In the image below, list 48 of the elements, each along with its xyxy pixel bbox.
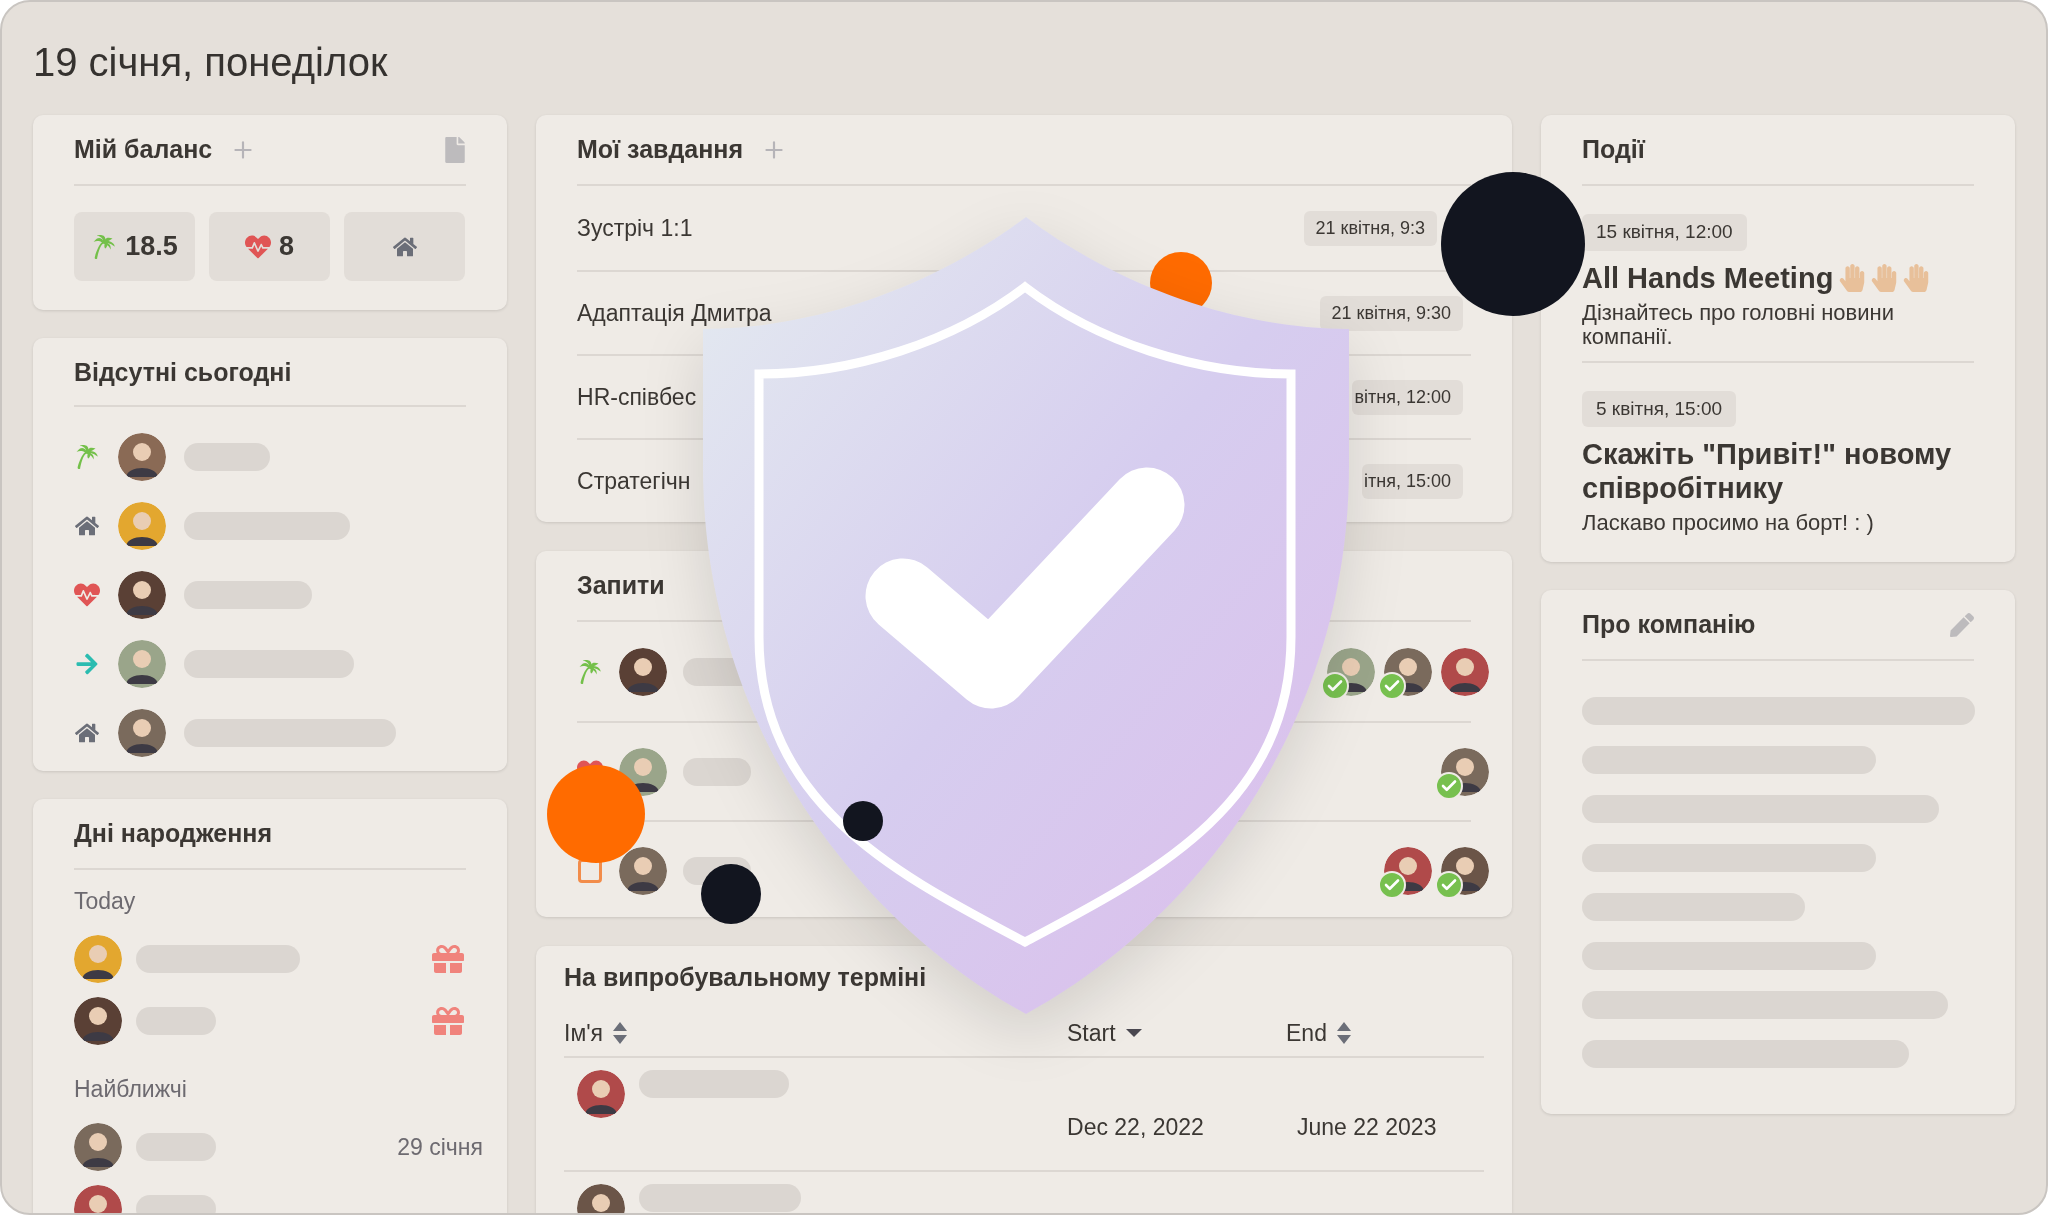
card-title: На випробувальному терміні (564, 962, 927, 994)
card-title: Дні народження (74, 818, 272, 850)
balance-tile[interactable] (344, 212, 465, 281)
avatar (74, 1123, 122, 1171)
avatar (74, 935, 122, 983)
birthday-date: 29 січня (397, 1132, 483, 1162)
placeholder-bar (683, 757, 751, 786)
edit-button[interactable] (1950, 613, 1974, 637)
balance-tile[interactable]: 18.5 (74, 212, 195, 281)
start-date: Dec 22, 2022 (1067, 1113, 1205, 1142)
column-header[interactable]: End (1286, 1015, 1351, 1051)
column-header[interactable]: Ім'я (564, 1015, 1067, 1051)
avatar (74, 997, 122, 1045)
avatar (118, 708, 166, 757)
avatar (118, 570, 166, 619)
balance-tile[interactable]: 8 (209, 212, 330, 281)
end-date: June 22 2023 (1297, 1113, 1437, 1142)
card-title: Мої завдання (577, 134, 744, 166)
card-title: Відсутні сьогодні (74, 357, 292, 389)
avatar (577, 1070, 625, 1118)
page-title: 19 січня, понеділок (33, 40, 388, 84)
task-name[interactable]: Адаптація Дмитра (577, 295, 772, 331)
date-badge: 5 квітня, 15:00 (1582, 390, 1737, 427)
avatar (118, 432, 166, 481)
card-title: Події (1582, 134, 1645, 166)
document-icon[interactable] (444, 137, 466, 163)
card-title: Мій баланс (74, 134, 213, 166)
avatar (619, 846, 667, 895)
event-description: Ласкаво просимо на борт! : ) (1582, 511, 1875, 535)
task-name[interactable]: Зустріч 1:1 (577, 210, 693, 246)
avatar (118, 501, 166, 550)
date-badge: 15 квітня, 12:00 (1582, 214, 1747, 251)
event-description: Дізнайтесь про головні новини компанії. (1582, 300, 1895, 349)
card-title: Запити (577, 570, 665, 602)
column-header[interactable]: Start (1067, 1015, 1286, 1051)
section-label: Today (74, 886, 136, 916)
avatar (619, 647, 667, 696)
avatar (118, 639, 166, 688)
date-badge: ітня, 15:00 (1362, 463, 1463, 499)
date-badge: вітня, 12:00 (1352, 379, 1463, 415)
task-name[interactable]: HR-співбес (577, 379, 697, 415)
event-title[interactable]: All Hands Meeting (1582, 260, 1834, 295)
section-label: Найближчі (74, 1074, 187, 1104)
task-name[interactable]: Стратегічн (577, 463, 691, 499)
card-title: Про компанію (1582, 609, 1756, 641)
date-badge: 21 квітня, 9:3 (1303, 210, 1437, 246)
date-badge: 21 квітня, 9:30 (1319, 295, 1463, 331)
event-title[interactable]: Скажіть "Привіт!" новому співробітнику (1582, 437, 1974, 505)
